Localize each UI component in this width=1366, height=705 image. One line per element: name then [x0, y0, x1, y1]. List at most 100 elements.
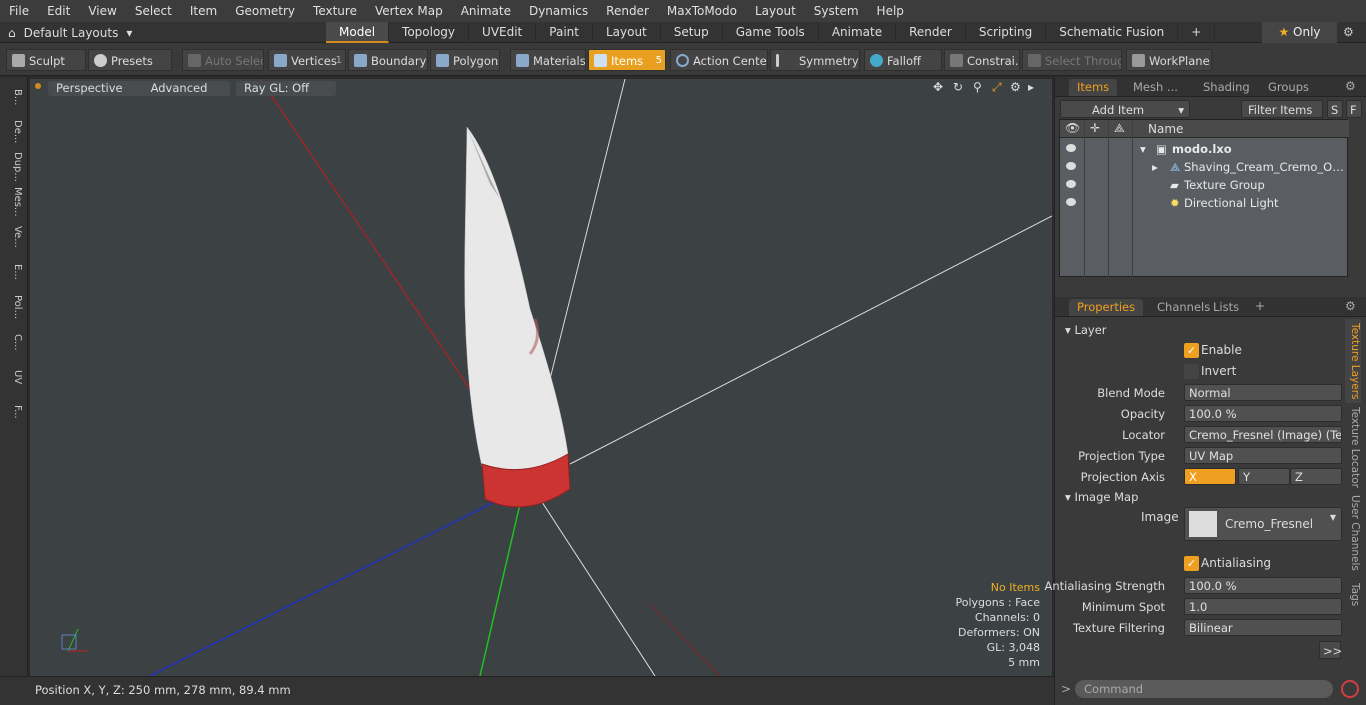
left-strip-tab[interactable]: Ve...	[3, 221, 23, 253]
locator-select[interactable]: Cremo_Fresnel (Image) (Text...	[1184, 426, 1342, 443]
auto-select-button[interactable]: Auto Select	[182, 49, 264, 71]
more-button[interactable]: >>	[1319, 641, 1342, 659]
rotate-icon[interactable]: ↻	[953, 80, 963, 94]
tab-lists[interactable]: Lists	[1205, 299, 1247, 316]
gear-icon[interactable]: ⚙	[1345, 299, 1356, 313]
perspective-button[interactable]: Perspective	[48, 81, 131, 96]
left-strip-tab[interactable]: Mes...	[3, 186, 23, 218]
menu-item[interactable]: Geometry	[226, 0, 304, 22]
image-selector[interactable]: Cremo_Fresnel ▾	[1184, 507, 1342, 541]
menu-item[interactable]: Select	[126, 0, 181, 22]
record-icon[interactable]	[1341, 680, 1359, 698]
tab-mesh[interactable]: Mesh ...	[1125, 79, 1186, 96]
menu-item[interactable]: System	[805, 0, 868, 22]
tab-scripting[interactable]: Scripting	[966, 22, 1047, 43]
polygons-button[interactable]: Polygons	[430, 49, 500, 71]
tab-setup[interactable]: Setup	[661, 22, 723, 43]
left-strip-tab[interactable]: E...	[3, 256, 23, 288]
tab-paint[interactable]: Paint	[536, 22, 593, 43]
left-strip-tab[interactable]: De...	[3, 116, 23, 148]
add-item-button[interactable]: Add Item ▾	[1060, 100, 1190, 118]
add-tab-icon[interactable]: +	[1255, 299, 1265, 313]
tab-schematic-fusion[interactable]: Schematic Fusion	[1046, 22, 1179, 43]
tab-uvedit[interactable]: UVEdit	[469, 22, 537, 43]
sculpt-button[interactable]: Sculpt	[6, 49, 86, 71]
menu-item[interactable]: Render	[597, 0, 658, 22]
gear-icon[interactable]: ⚙	[1345, 79, 1356, 93]
tab-topology[interactable]: Topology	[389, 22, 470, 43]
left-strip-tab[interactable]: UV	[3, 361, 23, 393]
tab-animate[interactable]: Animate	[819, 22, 897, 43]
tab-properties[interactable]: Properties	[1069, 299, 1144, 316]
aa-strength-input[interactable]: 100.0 %	[1184, 577, 1342, 594]
tex-filter-select[interactable]: Bilinear	[1184, 619, 1342, 636]
home-icon[interactable]: ⌂	[8, 26, 16, 40]
invert-checkbox[interactable]	[1184, 364, 1199, 379]
tab-layout[interactable]: Layout	[593, 22, 661, 43]
layouts-dropdown[interactable]: ⌂ Default Layouts ▾	[8, 22, 132, 43]
symmetry-button[interactable]: Symmetry	[770, 49, 860, 71]
presets-button[interactable]: Presets	[88, 49, 172, 71]
projection-type-select[interactable]: UV Map	[1184, 447, 1342, 464]
3d-viewport[interactable]: Perspective Advanced Ray GL: Off ✥ ↻ ⚲ ⤢…	[30, 79, 1052, 676]
expand-icon[interactable]: ▾	[1140, 140, 1146, 158]
tab-render[interactable]: Render	[896, 22, 966, 43]
visibility-icon[interactable]	[1066, 198, 1076, 206]
opacity-input[interactable]: 100.0 %	[1184, 405, 1342, 422]
expand-icon[interactable]: ▸	[1152, 158, 1158, 176]
tab-model[interactable]: Model	[326, 22, 390, 43]
tab-shading[interactable]: Shading	[1195, 79, 1258, 96]
left-strip-tab[interactable]: B...	[3, 81, 23, 113]
left-strip-tab[interactable]: C...	[3, 326, 23, 358]
zoom-icon[interactable]: ⚲	[973, 80, 982, 94]
s-button[interactable]: S	[1327, 100, 1343, 118]
constraints-button[interactable]: Constrai...	[944, 49, 1020, 71]
items-button[interactable]: Items 5	[588, 49, 666, 71]
visibility-icon[interactable]	[1066, 144, 1076, 152]
menu-item[interactable]: Item	[181, 0, 226, 22]
action-center-button[interactable]: Action Center	[670, 49, 768, 71]
command-input[interactable]: Command	[1075, 680, 1333, 698]
vertices-button[interactable]: Vertices 1	[268, 49, 346, 71]
select-through-button[interactable]: Select Through	[1022, 49, 1122, 71]
raygl-button[interactable]: Ray GL: Off	[236, 81, 336, 96]
fit-icon[interactable]: ⤢	[992, 80, 1002, 95]
list-item[interactable]: ▰ Texture Group	[1060, 176, 1349, 194]
axis-x-button[interactable]: X	[1184, 468, 1236, 485]
falloff-button[interactable]: Falloff	[864, 49, 942, 71]
visibility-icon[interactable]	[1066, 180, 1076, 188]
visibility-icon[interactable]	[1066, 162, 1076, 170]
menu-item[interactable]: File	[0, 0, 38, 22]
gear-icon[interactable]: ⚙	[1010, 80, 1021, 94]
left-strip-tab[interactable]: F...	[3, 396, 23, 428]
tab-texture-locator[interactable]: Texture Locator	[1345, 405, 1361, 489]
materials-button[interactable]: Materials	[510, 49, 586, 71]
tab-items[interactable]: Items	[1069, 79, 1118, 96]
advanced-button[interactable]: Advanced	[128, 81, 230, 96]
tab-texture-layers[interactable]: Texture Layers	[1345, 319, 1361, 403]
menu-item[interactable]: Edit	[38, 0, 79, 22]
list-item[interactable]: ✹ Directional Light	[1060, 194, 1349, 212]
tab-groups[interactable]: Groups	[1260, 79, 1317, 96]
workplane-button[interactable]: WorkPlane	[1126, 49, 1212, 71]
menu-item[interactable]: Dynamics	[520, 0, 597, 22]
axis-z-button[interactable]: Z	[1290, 468, 1342, 485]
filter-items-input[interactable]: Filter Items	[1241, 100, 1323, 118]
blend-mode-select[interactable]: Normal	[1184, 384, 1342, 401]
enable-checkbox[interactable]: ✓	[1184, 343, 1199, 358]
list-item[interactable]: ▸ ⟁Shaving_Cream_Cremo_Origin ...	[1060, 158, 1349, 176]
menu-item[interactable]: Help	[868, 0, 913, 22]
left-strip-tab[interactable]: Pol...	[3, 291, 23, 323]
axis-y-button[interactable]: Y	[1238, 468, 1290, 485]
settings-icon[interactable]: ⚙	[1343, 22, 1354, 43]
menu-item[interactable]: MaxToModo	[658, 0, 746, 22]
tab-user-channels[interactable]: User Channels	[1345, 493, 1361, 573]
menu-item[interactable]: Vertex Map	[366, 0, 452, 22]
move-icon[interactable]: ✥	[933, 80, 943, 94]
tab-tags[interactable]: Tags	[1345, 577, 1361, 613]
menu-item[interactable]: Texture	[304, 0, 366, 22]
add-tab-icon[interactable]: +	[1178, 22, 1216, 43]
menu-item[interactable]: Layout	[746, 0, 805, 22]
min-spot-input[interactable]: 1.0	[1184, 598, 1342, 615]
menu-item[interactable]: View	[79, 0, 125, 22]
